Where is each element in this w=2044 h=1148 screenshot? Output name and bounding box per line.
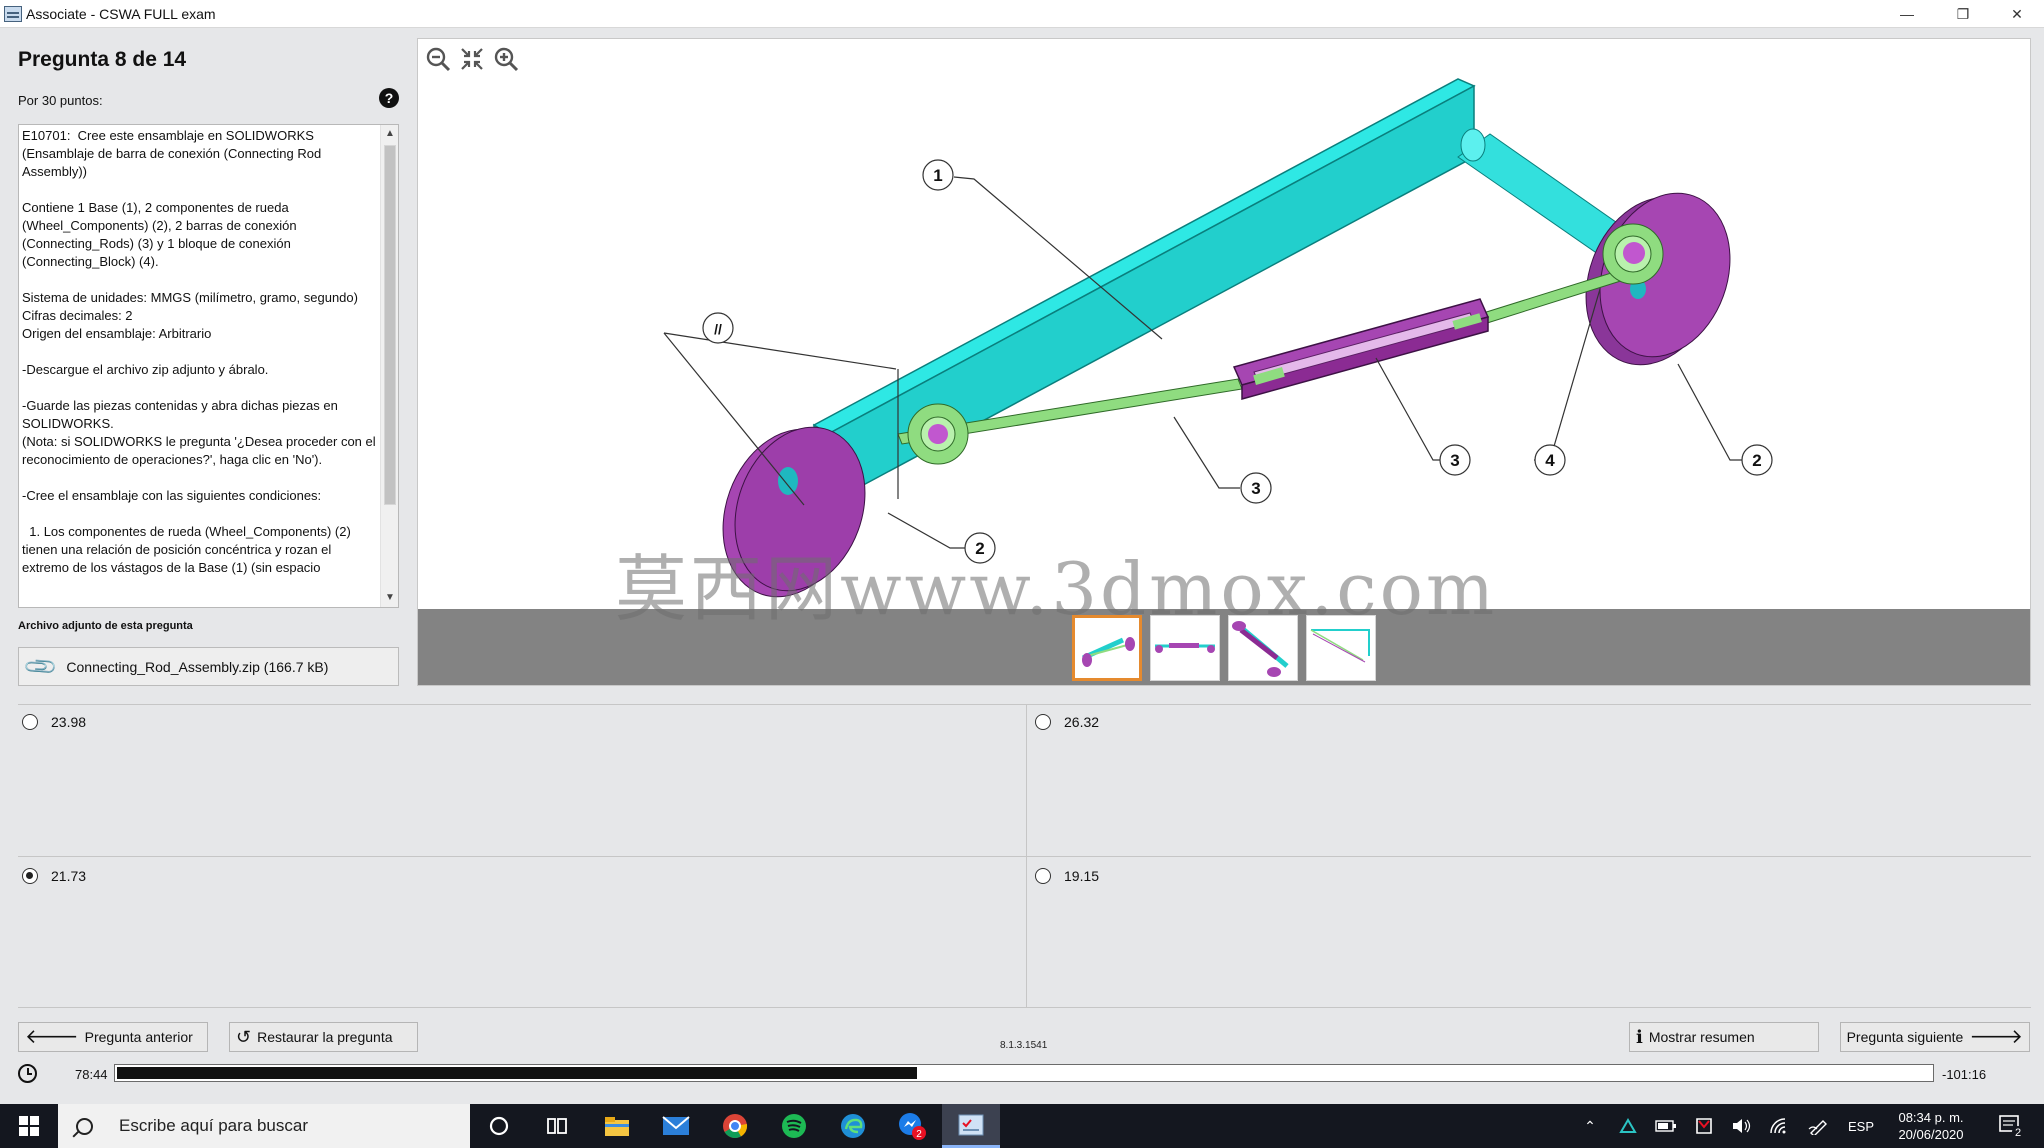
- restore-question-button[interactable]: ↺ Restaurar la pregunta: [229, 1022, 418, 1052]
- mail-icon[interactable]: [647, 1104, 705, 1148]
- callout-4-label: 4: [1545, 451, 1555, 470]
- file-explorer-icon[interactable]: [588, 1104, 646, 1148]
- arrow-right-icon: 🡒: [1969, 1026, 2023, 1048]
- antivirus-tray-icon[interactable]: [1690, 1104, 1718, 1148]
- clock-icon: [18, 1064, 37, 1083]
- app-icon: [4, 5, 22, 22]
- fit-to-screen-icon[interactable]: [458, 45, 486, 73]
- info-icon: ℹ: [1636, 1027, 1643, 1047]
- taskbar-date: 20/06/2020: [1898, 1127, 1964, 1142]
- version-label: 8.1.3.1541: [1000, 1040, 1048, 1051]
- question-title: Pregunta 8 de 14: [18, 48, 187, 71]
- thumbnail-1[interactable]: [1072, 615, 1142, 681]
- time-progress-bar: [114, 1064, 1934, 1082]
- next-question-label: Pregunta siguiente: [1846, 1029, 1964, 1045]
- answer-radio-2[interactable]: [1035, 714, 1051, 730]
- show-summary-label: Mostrar resumen: [1648, 1029, 1755, 1045]
- paperclip-icon: 📎: [21, 647, 59, 685]
- callout-2-right-label: 2: [1752, 451, 1761, 470]
- assembly-drawing: 1 2 2 3 3 4 //: [663, 78, 1773, 598]
- attachment-filename: Connecting_Rod_Assembly.zip (166.7 kB): [66, 658, 329, 675]
- answer-option-1[interactable]: 23.98: [22, 714, 86, 730]
- thumbnail-3[interactable]: [1228, 615, 1298, 681]
- points-label: Por 30 puntos:: [18, 93, 103, 108]
- answer-value-4: 19.15: [1064, 868, 1100, 884]
- image-viewer[interactable]: 1 2 2 3 3 4 //: [417, 38, 2031, 686]
- attachment-label: Archivo adjunto de esta pregunta: [18, 620, 193, 632]
- callout-2-left-label: 2: [975, 539, 984, 558]
- search-placeholder: Escribe aquí para buscar: [119, 1116, 308, 1135]
- answer-option-2[interactable]: 26.32: [1035, 714, 1099, 730]
- edge-icon[interactable]: [824, 1104, 882, 1148]
- callout-1-label: 1: [933, 166, 942, 185]
- question-description-box[interactable]: E10701: Cree este ensamblaje en SOLIDWOR…: [18, 124, 399, 608]
- callout-3-left-label: 3: [1251, 479, 1260, 498]
- answer-radio-1[interactable]: [22, 714, 38, 730]
- wifi-icon[interactable]: [1766, 1104, 1794, 1148]
- search-icon: [76, 1117, 93, 1135]
- zoom-toolbar: [424, 45, 520, 73]
- cortana-icon[interactable]: [470, 1104, 528, 1148]
- messenger-icon[interactable]: 2: [883, 1104, 941, 1148]
- attachment-button[interactable]: 📎 Connecting_Rod_Assembly.zip (166.7 kB): [18, 647, 399, 686]
- spotify-icon[interactable]: [765, 1104, 823, 1148]
- previous-question-label: Pregunta anterior: [84, 1029, 193, 1045]
- zoom-in-icon[interactable]: [492, 45, 520, 73]
- battery-tray-icon[interactable]: [1652, 1104, 1680, 1148]
- time-remaining: -101:16: [1942, 1067, 1987, 1082]
- description-scrollbar[interactable]: ▲ ▼: [380, 125, 398, 607]
- answer-value-3: 21.73: [51, 868, 87, 884]
- show-summary-button[interactable]: ℹ Mostrar resumen: [1629, 1022, 1819, 1052]
- minimize-button[interactable]: —: [1878, 0, 1936, 28]
- answer-option-3[interactable]: 21.73: [22, 868, 86, 884]
- chrome-icon[interactable]: [706, 1104, 764, 1148]
- scrollbar-thumb[interactable]: [384, 145, 396, 505]
- pen-workspace-icon[interactable]: [1804, 1104, 1832, 1148]
- exam-app-icon[interactable]: [942, 1104, 1000, 1148]
- previous-question-button[interactable]: 🡐 Pregunta anterior: [18, 1022, 208, 1052]
- restore-icon: ↺: [236, 1027, 252, 1047]
- volume-icon[interactable]: [1728, 1104, 1756, 1148]
- notifications-icon[interactable]: 2: [1990, 1104, 2032, 1148]
- answer-option-4[interactable]: 19.15: [1035, 868, 1099, 884]
- close-button[interactable]: ✕: [1988, 0, 2044, 28]
- taskbar-search-input[interactable]: Escribe aquí para buscar: [58, 1104, 470, 1148]
- answers-divider-top: [18, 704, 2031, 705]
- title-bar: Associate - CSWA FULL exam — ❐ ✕: [0, 0, 2044, 28]
- next-question-button[interactable]: Pregunta siguiente 🡒: [1840, 1022, 2030, 1052]
- question-description: E10701: Cree este ensamblaje en SOLIDWOR…: [22, 128, 376, 575]
- answer-value-2: 26.32: [1064, 714, 1100, 730]
- taskbar-time: 08:34 p. m.: [1898, 1110, 1964, 1125]
- answer-radio-3[interactable]: [22, 868, 38, 884]
- time-progress-fill: [117, 1067, 917, 1079]
- answers-divider-bottom: [18, 1007, 2031, 1008]
- arrow-left-icon: 🡐: [25, 1026, 79, 1048]
- zoom-out-icon[interactable]: [424, 45, 452, 73]
- thumbnail-4[interactable]: [1306, 615, 1376, 681]
- task-view-icon[interactable]: [528, 1104, 586, 1148]
- window-title: Associate - CSWA FULL exam: [26, 5, 216, 22]
- messenger-badge: 2: [916, 1129, 922, 1140]
- scroll-up-icon[interactable]: ▲: [381, 125, 398, 143]
- answers-divider-middle: [18, 856, 2031, 857]
- taskbar: Escribe aquí para buscar 2 ⌃ ESP 08:34 p…: [0, 1104, 2044, 1148]
- answers-divider-vertical: [1026, 704, 1027, 1007]
- restore-question-label: Restaurar la pregunta: [257, 1029, 393, 1045]
- scroll-down-icon[interactable]: ▼: [381, 589, 398, 607]
- restore-button[interactable]: ❐: [1934, 0, 1992, 28]
- answer-radio-4[interactable]: [1035, 868, 1051, 884]
- help-icon[interactable]: ?: [379, 88, 399, 108]
- notification-badge: 2: [2015, 1127, 2021, 1139]
- thumbnail-2[interactable]: [1150, 615, 1220, 681]
- time-elapsed: 78:44: [75, 1067, 108, 1082]
- language-indicator[interactable]: ESP: [1842, 1104, 1880, 1148]
- callout-3-right-label: 3: [1450, 451, 1459, 470]
- windows-start-icon[interactable]: [0, 1104, 58, 1148]
- taskbar-clock[interactable]: 08:34 p. m. 20/06/2020: [1885, 1109, 1977, 1143]
- thumbnail-strip: [418, 609, 2030, 685]
- autodesk-tray-icon[interactable]: [1614, 1104, 1642, 1148]
- callout-parallel-label: //: [714, 321, 722, 337]
- answer-value-1: 23.98: [51, 714, 87, 730]
- show-hidden-icons-icon[interactable]: ⌃: [1578, 1104, 1602, 1148]
